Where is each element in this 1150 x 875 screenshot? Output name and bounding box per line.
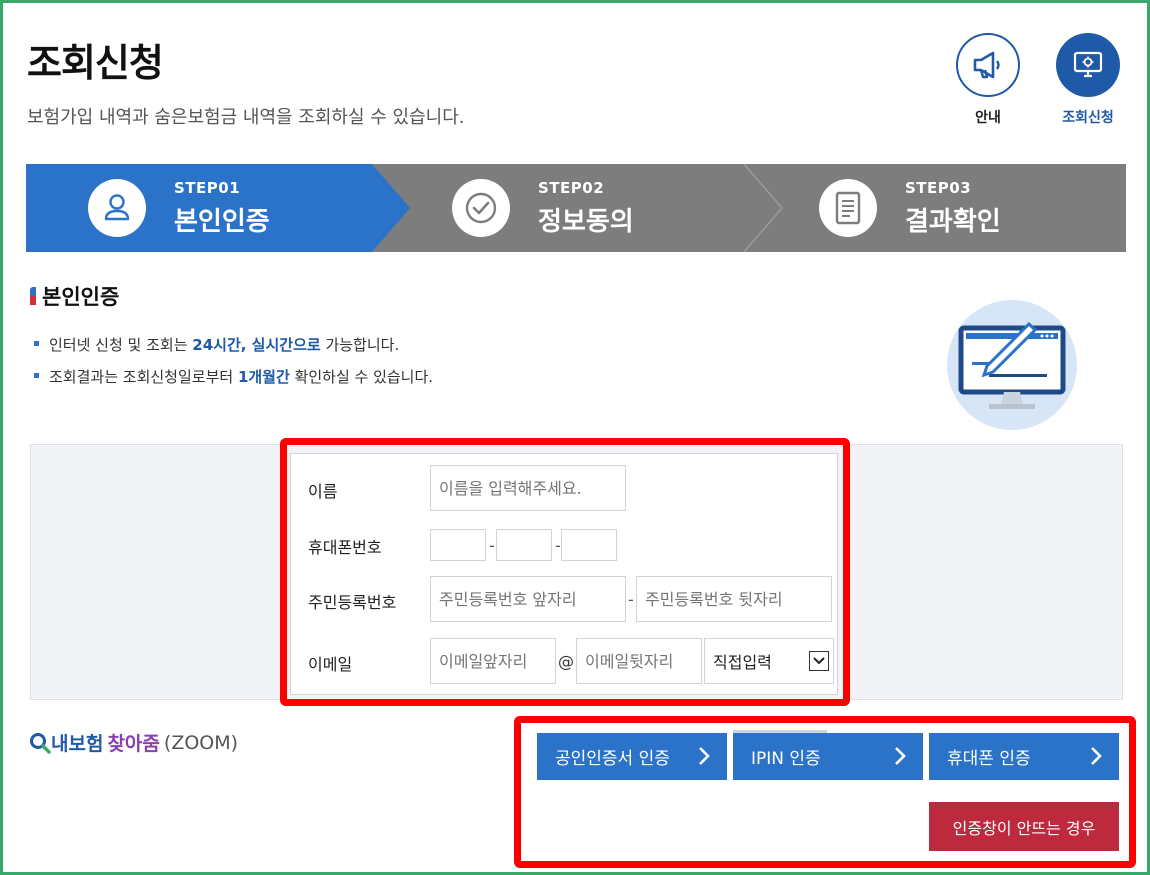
step-1-name: 본인인증 (174, 206, 270, 237)
magnifier-icon (30, 732, 51, 754)
notice-text: 조회결과는 조회신청일로부터 (49, 368, 238, 386)
zoom-logo-part1: 내보험 (51, 733, 104, 755)
notice-text: 확인하실 수 있습니다. (289, 368, 434, 386)
notice-item: 인터넷 신청 및 조회는 24시간, 실시간으로 가능합니다. (34, 334, 399, 355)
notice-text: 가능합니다. (320, 336, 400, 354)
step-3-number: STEP03 (905, 178, 972, 197)
notice-highlight: 1개월간 (237, 368, 290, 386)
section-title-marker (30, 287, 36, 305)
step-3-name: 결과확인 (905, 206, 1001, 237)
step-2: STEP02 정보동의 (452, 164, 634, 252)
section-title-text: 본인인증 (42, 285, 120, 309)
zoom-logo-part2: 찾아줌 (107, 733, 160, 755)
quick-apply-label: 조회신청 (1062, 110, 1114, 126)
section-title: 본인인증 (30, 281, 119, 311)
step-1: STEP01 본인인증 (88, 164, 270, 252)
step-2-number: STEP02 (538, 178, 605, 197)
document-icon (835, 191, 861, 225)
step-1-number: STEP01 (174, 178, 241, 197)
notice-item: 조회결과는 조회신청일로부터 1개월간 확인하실 수 있습니다. (34, 366, 433, 387)
form-highlight-box (280, 438, 850, 706)
monitor-gear-icon (1073, 51, 1103, 78)
zoom-logo-part3: (ZOOM) (163, 731, 239, 754)
megaphone-icon (973, 51, 1000, 79)
check-circle-icon (465, 192, 497, 224)
bullet-icon (34, 373, 39, 378)
step-3: STEP03 결과확인 (819, 164, 1001, 252)
quick-guide-label: 안내 (975, 110, 1001, 126)
step-2-name: 정보동의 (538, 206, 634, 237)
bullet-icon (34, 341, 39, 346)
computer-illustration-icon (947, 300, 1077, 430)
step-separator (744, 164, 783, 252)
notice-text: 인터넷 신청 및 조회는 (49, 336, 193, 354)
user-icon (104, 194, 130, 221)
page-title: 조회신청 (27, 41, 164, 85)
auth-highlight-box (514, 716, 1136, 868)
zoom-logo: 내보험 찾아줌 (ZOOM) (29, 729, 238, 756)
notice-highlight: 24시간, 실시간으로 (192, 336, 321, 354)
quick-apply-button[interactable]: 조회신청 (1043, 33, 1133, 127)
step-progress-bar: STEP01 본인인증 STEP02 정보동의 STEP03 결과확인 (26, 164, 1126, 252)
page-subtitle: 보험가입 내역과 숨은보험금 내역을 조회하실 수 있습니다. (27, 107, 465, 128)
quick-guide-button[interactable]: 안내 (943, 33, 1033, 127)
